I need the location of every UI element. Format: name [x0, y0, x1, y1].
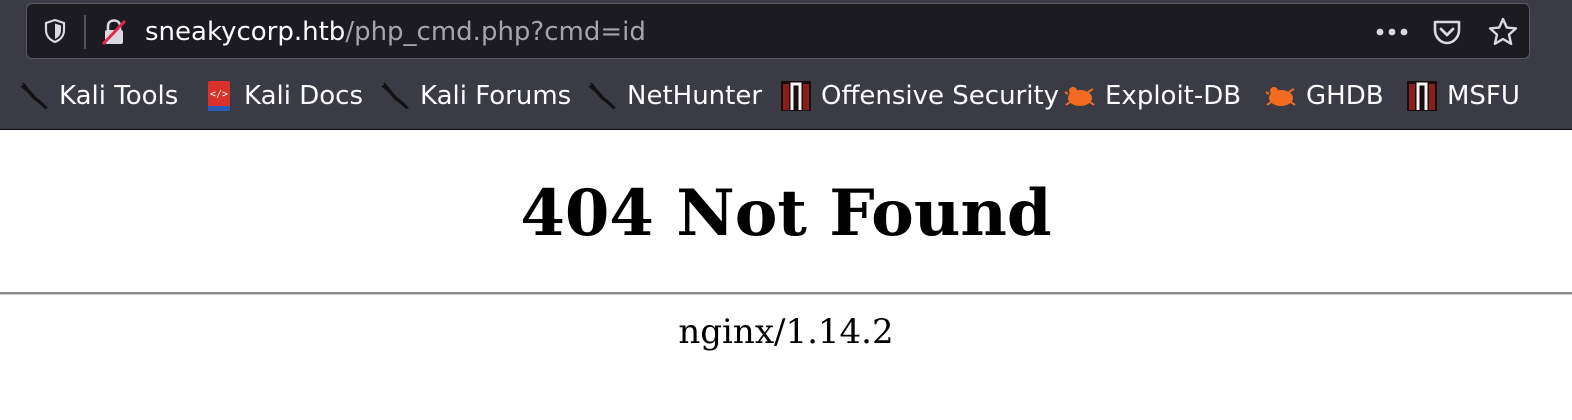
- page-actions-more-icon[interactable]: [1375, 18, 1409, 46]
- bookmark-kali-docs[interactable]: </> Kali Docs: [203, 78, 363, 114]
- bookmark-label: Offensive Security: [821, 81, 1060, 111]
- bookmark-label: Exploit-DB: [1105, 81, 1242, 111]
- horizontal-rule: [0, 292, 1572, 295]
- bookmark-label: MSFU: [1447, 81, 1520, 111]
- tracking-protection-shield-icon[interactable]: [41, 17, 69, 45]
- address-bar[interactable]: sneakycorp.htb/php_cmd.php?cmd=id: [26, 3, 1530, 59]
- bookmark-msfu[interactable]: MSFU: [1406, 78, 1520, 114]
- bookmark-offensive-security[interactable]: Offensive Security: [780, 78, 1059, 114]
- page-title: 404 Not Found: [520, 176, 1052, 251]
- bookmark-label: Kali Forums: [420, 81, 572, 111]
- bookmarks-toolbar: Kali Tools </> Kali Docs Kali Forums Net…: [0, 62, 1572, 128]
- pocket-icon[interactable]: [1431, 17, 1463, 47]
- offsec-icon: [780, 80, 812, 112]
- svg-text:</>: </>: [210, 89, 228, 100]
- bookmark-exploit-db[interactable]: Exploit-DB: [1064, 78, 1241, 114]
- url-host: sneakycorp.htb: [145, 17, 346, 47]
- offsec-icon: [1406, 80, 1438, 112]
- kali-dragon-icon: [18, 80, 50, 112]
- bookmark-kali-forums[interactable]: Kali Forums: [379, 78, 571, 114]
- page-content: 404 Not Found nginx/1.14.2: [0, 130, 1572, 420]
- bookmark-star-icon[interactable]: [1487, 16, 1519, 48]
- kali-dragon-icon: [379, 80, 411, 112]
- exploit-db-icon: [1064, 80, 1096, 112]
- address-bar-separator: [84, 15, 86, 49]
- insecure-lock-icon[interactable]: [99, 17, 129, 47]
- kali-dragon-icon: [586, 80, 618, 112]
- bookmark-label: Kali Tools: [59, 81, 179, 111]
- server-signature: nginx/1.14.2: [678, 312, 894, 352]
- exploit-db-icon: [1265, 80, 1297, 112]
- browser-toolbar: sneakycorp.htb/php_cmd.php?cmd=id Kali T…: [0, 0, 1572, 130]
- url-path: /php_cmd.php?cmd=id: [345, 17, 646, 47]
- bookmark-ghdb[interactable]: GHDB: [1265, 78, 1384, 114]
- bookmark-label: GHDB: [1306, 81, 1384, 111]
- bookmark-label: NetHunter: [627, 81, 763, 111]
- bookmark-label: Kali Docs: [244, 81, 364, 111]
- kali-docs-icon: </>: [203, 80, 235, 112]
- bookmark-kali-tools[interactable]: Kali Tools: [18, 78, 178, 114]
- bookmark-nethunter[interactable]: NetHunter: [586, 78, 762, 114]
- url-text[interactable]: sneakycorp.htb/php_cmd.php?cmd=id: [145, 13, 646, 51]
